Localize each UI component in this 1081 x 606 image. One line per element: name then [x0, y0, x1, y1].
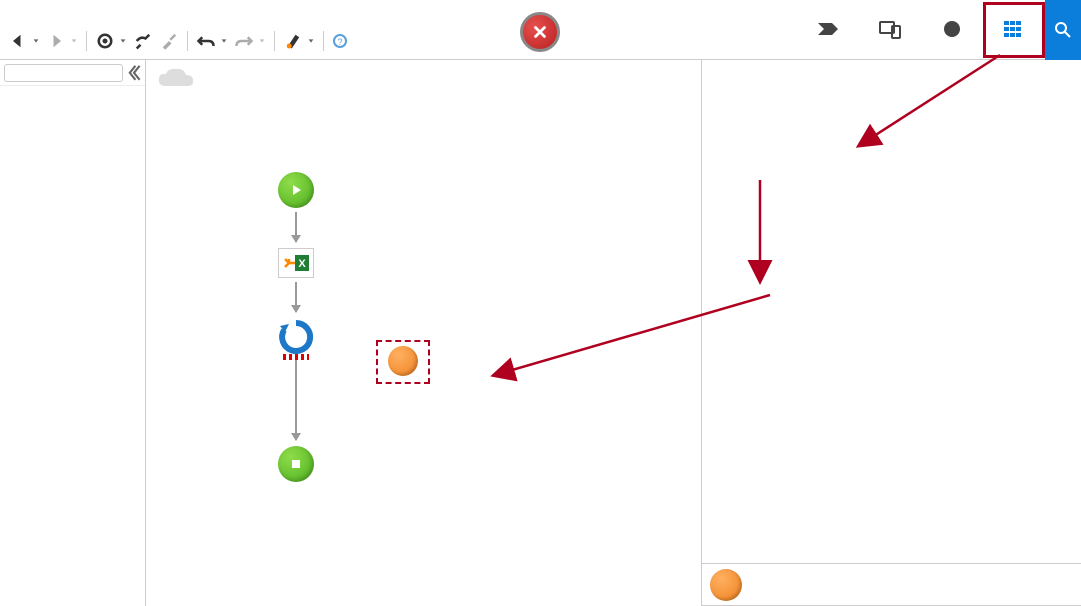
right-panel — [701, 60, 1081, 606]
tab-interface[interactable] — [859, 2, 921, 58]
forward-dropdown[interactable] — [70, 37, 78, 45]
undo-icon[interactable] — [196, 31, 216, 51]
redo-dropdown[interactable] — [258, 37, 266, 45]
foreach-node[interactable] — [277, 318, 315, 356]
svg-text:?: ? — [337, 37, 342, 47]
interface-icon — [878, 19, 902, 39]
stop-publish-button[interactable] — [520, 12, 560, 52]
back-button[interactable] — [8, 31, 28, 51]
flow-canvas[interactable]: X — [146, 60, 701, 606]
drag-ghost-create-employee[interactable] — [376, 340, 430, 384]
tab-data[interactable] — [983, 2, 1045, 58]
redo-icon[interactable] — [234, 31, 254, 51]
action-icon — [388, 346, 418, 376]
processes-icon — [816, 19, 840, 39]
plug-icon[interactable] — [133, 31, 153, 51]
global-search-button[interactable] — [1045, 0, 1081, 60]
start-node[interactable] — [278, 172, 314, 208]
ask-question-input[interactable]: ? — [332, 33, 352, 49]
end-node[interactable] — [278, 446, 314, 482]
properties-header — [702, 563, 1081, 605]
data-icon — [1002, 19, 1026, 39]
toolbox-panel — [0, 60, 146, 606]
toolbox-collapse-button[interactable] — [127, 64, 141, 82]
toolbox-search-input[interactable] — [4, 64, 123, 82]
cloud-icon — [156, 66, 196, 92]
app-tabs — [797, 0, 1081, 60]
data-tree[interactable] — [702, 60, 1081, 563]
svg-text:X: X — [298, 258, 306, 270]
undo-dropdown[interactable] — [220, 37, 228, 45]
gear-dropdown[interactable] — [119, 37, 127, 45]
tab-processes[interactable] — [797, 2, 859, 58]
spotlight-dropdown[interactable] — [307, 37, 315, 45]
logic-icon — [940, 19, 964, 39]
brush-icon[interactable] — [159, 31, 179, 51]
tab-logic[interactable] — [921, 2, 983, 58]
action-icon — [710, 569, 742, 601]
back-dropdown[interactable] — [32, 37, 40, 45]
forward-button[interactable] — [46, 31, 66, 51]
spotlight-icon[interactable] — [283, 31, 303, 51]
excel-to-recordlist-node[interactable]: X — [278, 248, 314, 278]
gear-icon[interactable] — [95, 31, 115, 51]
